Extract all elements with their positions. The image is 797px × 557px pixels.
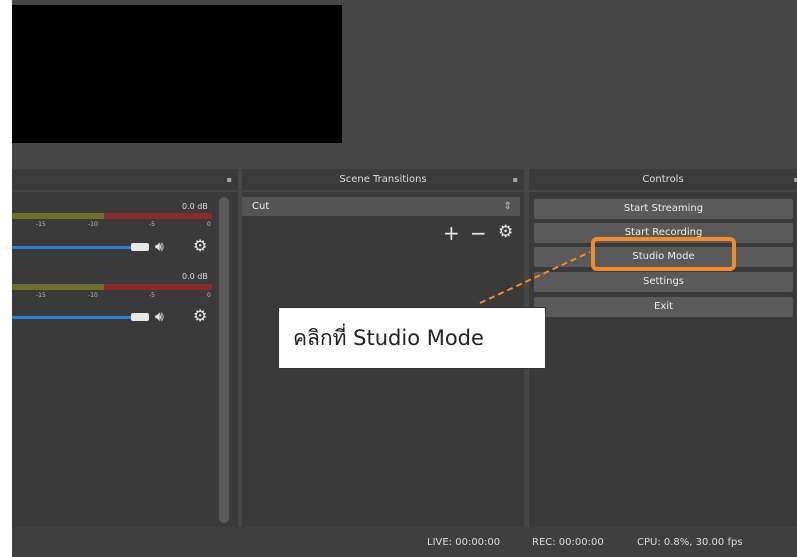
instruction-callout: คลิกที่ Studio Mode: [278, 307, 546, 369]
live-timer: LIVE: 00:00:00: [427, 537, 501, 548]
status-bar: LIVE: 00:00:00 REC: 00:00:00 CPU: 0.8%, …: [12, 527, 797, 557]
callout-pointer: [479, 251, 591, 304]
rec-timer: REC: 00:00:00: [532, 537, 604, 548]
cpu-fps-readout: CPU: 0.8%, 30.00 fps: [637, 537, 743, 548]
